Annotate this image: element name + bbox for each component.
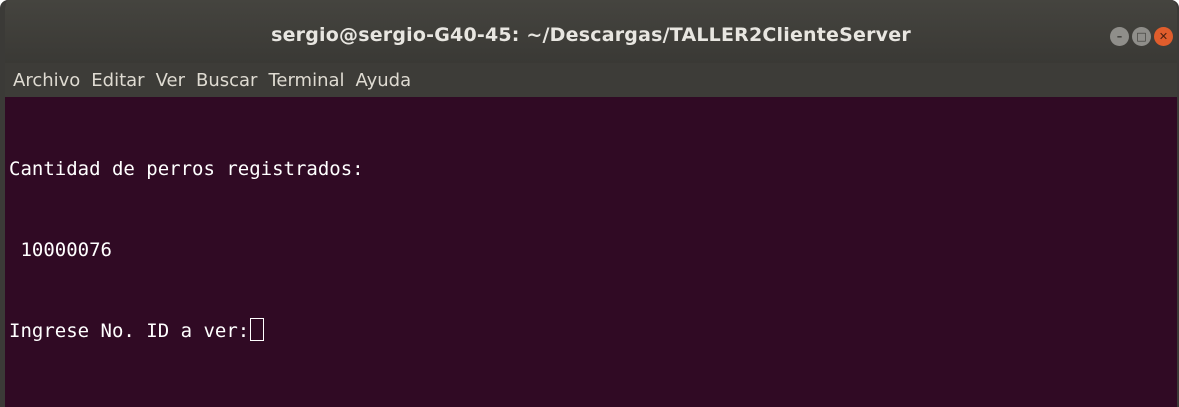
title-bar[interactable]: sergio@sergio-G40-45: ~/Descargas/TALLER… <box>5 0 1177 63</box>
terminal-line: 10000076 <box>9 239 112 261</box>
terminal-prompt: Ingrese No. ID a ver: <box>9 320 250 342</box>
terminal-output[interactable]: Cantidad de perros registrados: 10000076… <box>5 97 1177 407</box>
text-cursor <box>250 318 265 341</box>
maximize-icon[interactable]: □ <box>1132 27 1151 46</box>
close-icon[interactable]: ✕ <box>1154 27 1173 46</box>
menu-ver[interactable]: Ver <box>156 70 185 91</box>
menu-archivo[interactable]: Archivo <box>13 70 80 91</box>
window-title: sergio@sergio-G40-45: ~/Descargas/TALLER… <box>271 24 911 46</box>
menu-terminal[interactable]: Terminal <box>268 70 344 91</box>
menu-buscar[interactable]: Buscar <box>196 70 257 91</box>
menu-ayuda[interactable]: Ayuda <box>356 70 412 91</box>
terminal-window: sergio@sergio-G40-45: ~/Descargas/TALLER… <box>0 0 1179 407</box>
terminal-line: Cantidad de perros registrados: <box>9 158 364 180</box>
menu-bar: Archivo Editar Ver Buscar Terminal Ayuda <box>5 63 1177 97</box>
menu-editar[interactable]: Editar <box>91 70 144 91</box>
minimize-icon[interactable]: – <box>1110 27 1129 46</box>
window-controls: – □ ✕ <box>1110 27 1173 46</box>
terminal-prompt-line: Ingrese No. ID a ver: <box>9 318 1177 345</box>
